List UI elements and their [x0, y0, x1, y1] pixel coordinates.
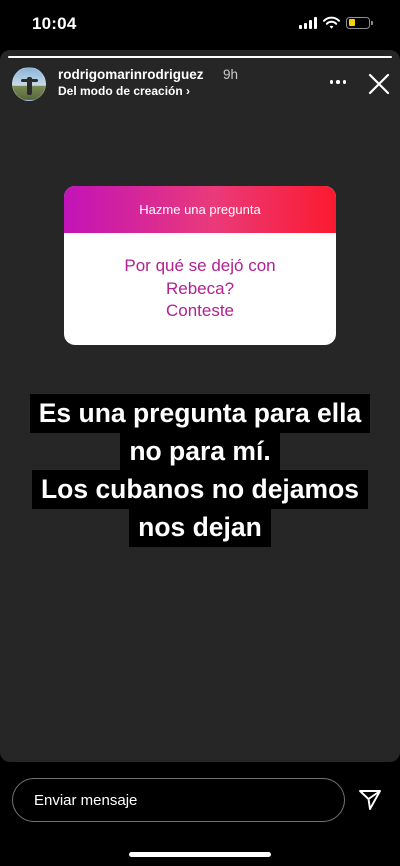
send-message-input[interactable]: Enviar mensaje [12, 778, 345, 822]
status-time: 10:04 [32, 14, 77, 33]
more-horizontal-icon[interactable] [326, 72, 350, 92]
caption-line: nos dejan [129, 508, 271, 547]
cellular-signal-icon [299, 16, 317, 29]
battery-level [348, 19, 356, 26]
battery-icon [346, 16, 373, 29]
close-icon[interactable] [366, 71, 392, 97]
status-bar: 10:04 [0, 0, 400, 50]
wifi-icon [323, 16, 340, 29]
send-message-placeholder: Enviar mensaje [34, 791, 138, 809]
creation-mode-link[interactable]: Del modo de creación › [58, 84, 190, 98]
question-line: Por qué se dejó con [124, 256, 276, 276]
home-indicator [129, 852, 271, 857]
caption-line: no para mí. [120, 432, 280, 471]
time-ago: 9h [223, 67, 239, 82]
question-line: Rebeca? [165, 278, 235, 298]
question-sticker-header: Hazme una pregunta [64, 186, 336, 233]
story-progress-fill [8, 56, 392, 58]
question-line: Conteste [165, 301, 235, 321]
question-sticker-body: Por qué se dejó con Rebeca? Conteste [64, 233, 336, 345]
caption-line: Los cubanos no dejamos [31, 470, 369, 509]
send-paper-plane-icon[interactable] [357, 787, 383, 813]
question-sticker[interactable]: Hazme una pregunta Por qué se dejó con R… [64, 186, 336, 345]
story-viewer[interactable]: rodrigomarinrodriguez 9h Del modo de cre… [0, 50, 400, 762]
story-progress-bar [8, 56, 392, 58]
avatar[interactable] [12, 67, 46, 101]
status-icons [299, 16, 373, 29]
caption-line: Es una pregunta para ella [29, 394, 371, 433]
username[interactable]: rodrigomarinrodriguez [58, 67, 204, 82]
story-caption: Es una pregunta para ella no para mí. Lo… [0, 394, 400, 547]
